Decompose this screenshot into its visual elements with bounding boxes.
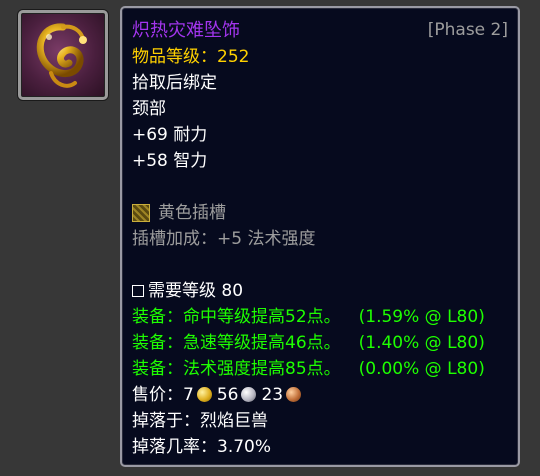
copper-coin-icon [286, 387, 302, 402]
silver-amount: 56 [216, 385, 239, 405]
equip-effect-percent: (0.00% @ L80) [358, 359, 485, 379]
equip-effect-text: 装备：急速等级提高46点。 [132, 333, 341, 353]
equip-effect-hit[interactable]: 装备：命中等级提高52点。 (1.59% @ L80) [132, 304, 508, 330]
stat-stamina: +69 耐力 [132, 125, 208, 145]
equip-effect-haste[interactable]: 装备：急速等级提高46点。 (1.40% @ L80) [132, 330, 508, 356]
equip-effect-spellpower[interactable]: 装备：法术强度提高85点。 (0.00% @ L80) [132, 356, 508, 382]
item-tooltip: 炽热灾难坠饰 [Phase 2] 物品等级：252 拾取后绑定 颈部 +69 耐… [120, 6, 520, 467]
equip-effect-text: 装备：法术强度提高85点。 [132, 359, 341, 379]
item-icon[interactable] [18, 10, 108, 100]
amulet-icon [36, 23, 87, 88]
drop-rate: 掉落几率：3.70% [132, 437, 272, 457]
socket-bonus: 插槽加成：+5 法术强度 [132, 229, 316, 249]
silver-coin-icon [241, 387, 257, 402]
equip-effect-percent: (1.59% @ L80) [358, 307, 485, 327]
binding-text: 拾取后绑定 [132, 73, 217, 93]
item-name[interactable]: 炽热灾难坠饰 [132, 17, 240, 44]
copper-amount: 23 [261, 385, 284, 405]
required-level: 需要等级 80 [148, 281, 244, 301]
stat-intellect: +58 智力 [132, 151, 208, 171]
equip-effect-text: 装备：命中等级提高52点。 [132, 307, 341, 327]
sell-price-row: 售价：7 56 23 [132, 382, 508, 408]
item-slot: 颈部 [132, 99, 166, 119]
yellow-socket-icon [132, 204, 150, 222]
socket-row: 黄色插槽 [132, 200, 508, 226]
gold-coin-icon [196, 387, 212, 402]
tooltip-header: 炽热灾难坠饰 [Phase 2] [132, 17, 508, 44]
item-level: 物品等级：252 [132, 47, 250, 67]
socket-label: 黄色插槽 [158, 203, 226, 223]
gold-amount: 7 [183, 385, 194, 405]
required-level-row: 需要等级 80 [132, 278, 508, 304]
equip-effect-percent: (1.40% @ L80) [358, 333, 485, 353]
sell-price-label: 售价： [132, 385, 183, 405]
checkbox-icon [132, 285, 144, 297]
phase-label: [Phase 2] [427, 20, 508, 40]
dropped-by[interactable]: 掉落于：烈焰巨兽 [132, 408, 508, 434]
